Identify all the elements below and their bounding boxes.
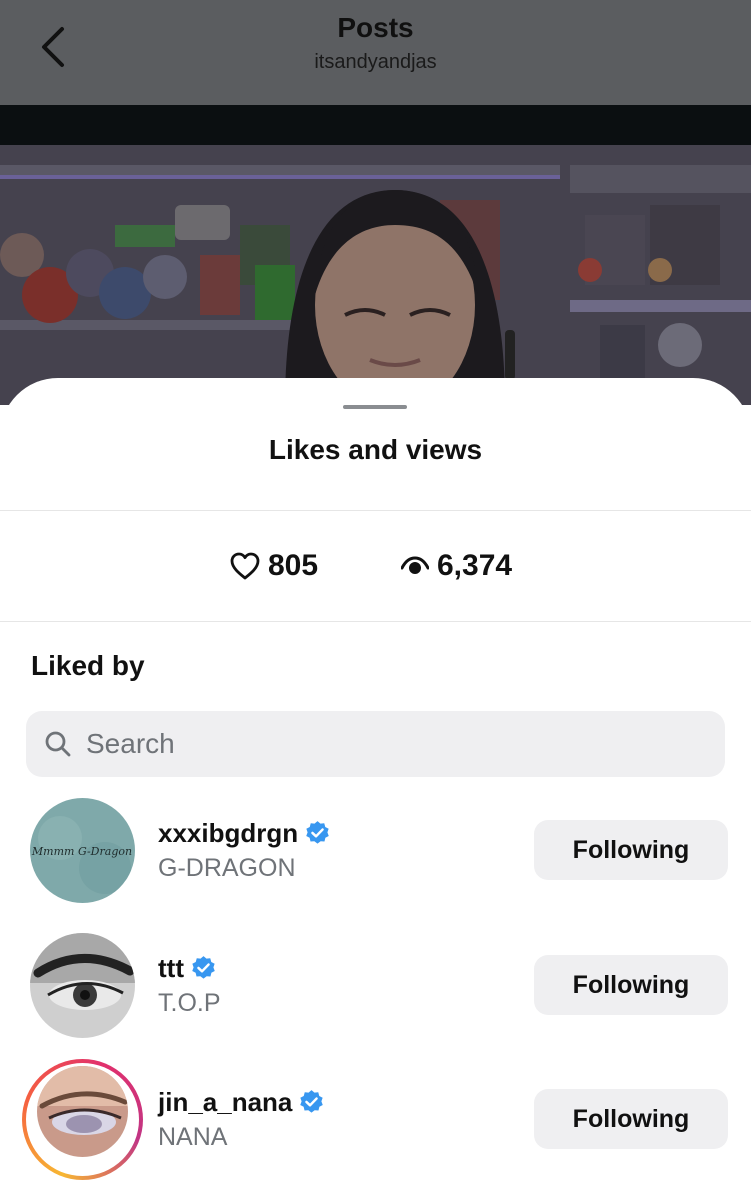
likes-views-sheet: Likes and views 805 6,374 Liked by Searc… xyxy=(0,378,751,1200)
search-placeholder: Search xyxy=(86,728,175,759)
media-top-bar xyxy=(0,105,751,145)
divider xyxy=(0,510,751,511)
following-button[interactable]: Following xyxy=(534,955,728,1015)
stats-row: 805 6,374 xyxy=(0,544,751,588)
avatar[interactable] xyxy=(37,1066,128,1157)
views-count: 6,374 xyxy=(437,549,513,582)
liked-user-row[interactable]: jin_a_nana NANA Following xyxy=(0,1059,751,1180)
liked-user-row[interactable]: Mmmm G-Dragon xxxibgdrgn G-DRAGON Follow… xyxy=(0,798,751,908)
username[interactable]: jin_a_nana xyxy=(158,1087,292,1118)
search-icon xyxy=(45,731,71,757)
page-subtitle-username: itsandyandjas xyxy=(314,51,437,73)
page-title: Posts xyxy=(337,12,414,43)
user-name-line: ttt xyxy=(158,953,217,984)
likes-count: 805 xyxy=(268,549,319,582)
liked-by-heading: Liked by xyxy=(31,650,145,681)
posts-header: Posts itsandyandjas xyxy=(0,0,751,105)
avatar-signature: Mmmm G-Dragon xyxy=(31,845,132,858)
verified-badge-icon xyxy=(306,821,329,844)
post-media-image xyxy=(0,145,751,405)
verified-badge-icon xyxy=(300,1090,324,1113)
following-button[interactable]: Following xyxy=(534,1089,728,1149)
avatar[interactable]: Mmmm G-Dragon xyxy=(30,798,135,903)
full-name: NANA xyxy=(158,1123,228,1151)
verified-badge-icon xyxy=(192,956,215,979)
views-stat[interactable]: 6,374 xyxy=(401,544,512,588)
username[interactable]: ttt xyxy=(158,953,184,984)
divider xyxy=(0,621,751,622)
heart-outline-icon xyxy=(230,552,260,580)
eye-icon xyxy=(401,556,429,574)
sheet-grabber[interactable] xyxy=(343,405,407,409)
full-name: T.O.P xyxy=(158,989,221,1017)
liked-user-row[interactable]: ttt T.O.P Following xyxy=(0,933,751,1043)
user-name-line: jin_a_nana xyxy=(158,1087,325,1118)
following-button[interactable]: Following xyxy=(534,820,728,880)
sheet-title: Likes and views xyxy=(268,434,483,465)
likes-stat[interactable]: 805 xyxy=(230,544,318,588)
avatar[interactable] xyxy=(30,933,135,1038)
full-name: G-DRAGON xyxy=(158,854,296,882)
search-input[interactable]: Search xyxy=(26,711,725,777)
username[interactable]: xxxibgdrgn xyxy=(158,818,298,849)
user-name-line: xxxibgdrgn xyxy=(158,818,331,849)
